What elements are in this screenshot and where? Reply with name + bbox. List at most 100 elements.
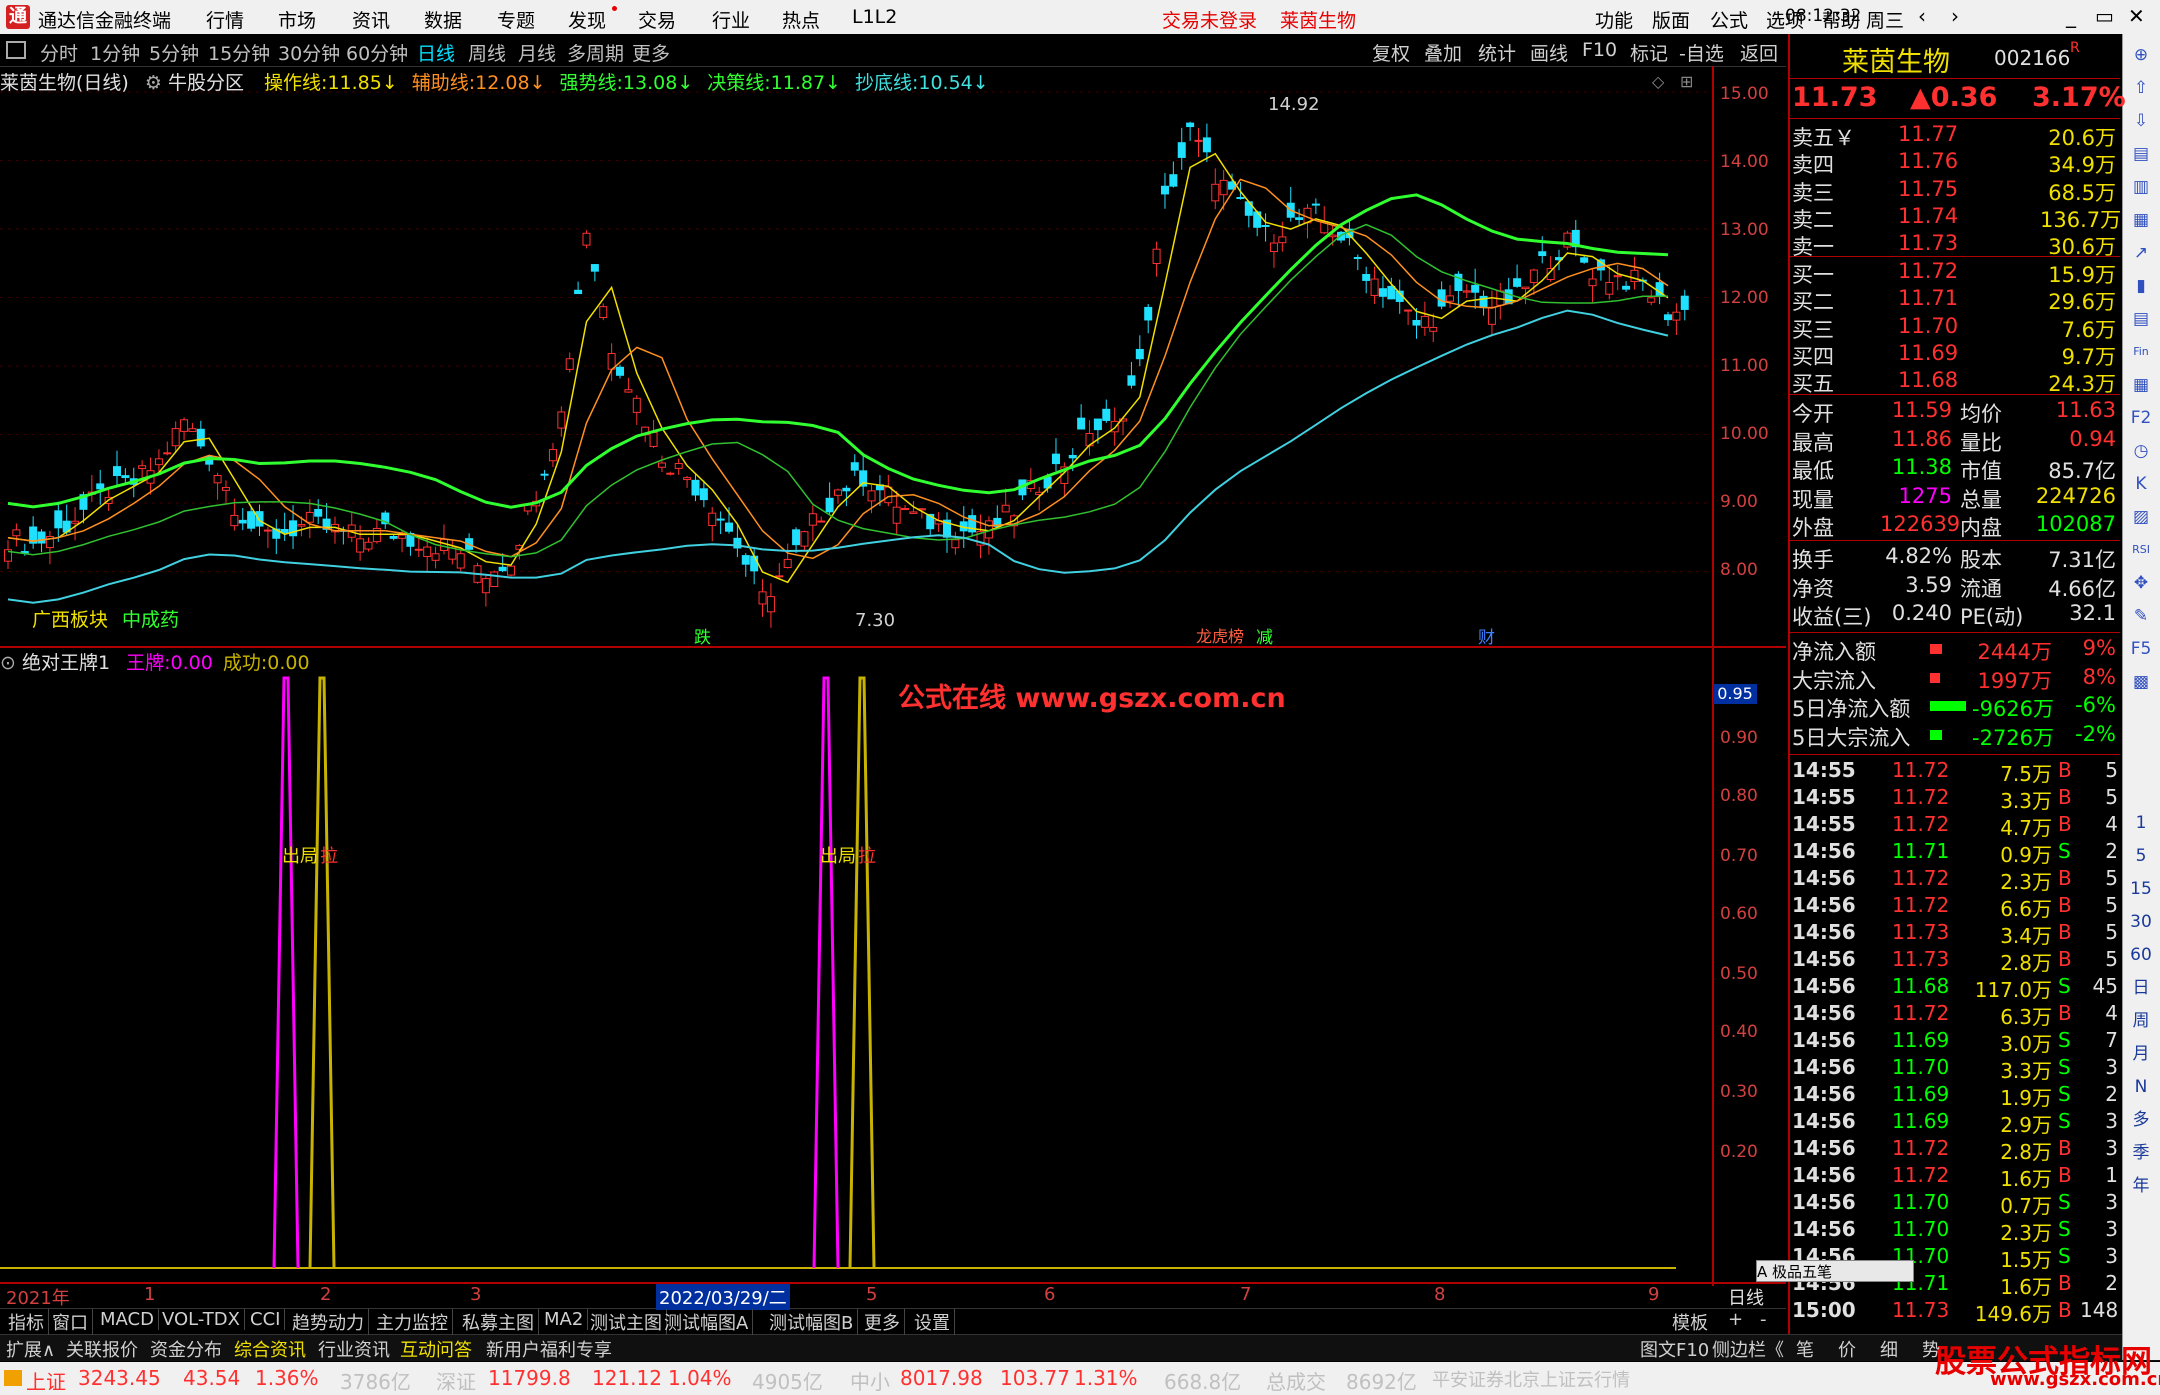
event-tag[interactable]: 财 xyxy=(1478,623,1495,648)
side-tab-2[interactable]: 笔 xyxy=(1796,1336,1814,1362)
side-tab-4[interactable]: 细 xyxy=(1880,1336,1898,1362)
cross-icon[interactable]: ⊕ xyxy=(2128,42,2154,68)
menu-0[interactable]: 行情 xyxy=(206,6,244,33)
period-shortcut[interactable]: 60 xyxy=(2128,942,2154,968)
chart-tool-1[interactable]: 叠加 xyxy=(1424,39,1462,66)
candlestick-chart[interactable] xyxy=(0,66,1712,646)
indicator-tab-4[interactable]: CCI xyxy=(246,1309,286,1330)
status-icon[interactable] xyxy=(4,1370,22,1386)
menu-8[interactable]: 热点 xyxy=(782,6,820,33)
template-tab-2[interactable]: - xyxy=(1756,1309,1771,1330)
table-icon[interactable]: ▤ xyxy=(2128,306,2154,332)
period-tab-5[interactable]: 60分钟 xyxy=(346,39,408,66)
menu-6[interactable]: 交易 xyxy=(638,6,676,33)
extension-tab-2[interactable]: 资金分布 xyxy=(150,1336,222,1362)
chart-tool-0[interactable]: 复权 xyxy=(1372,39,1410,66)
up-arrow-icon[interactable]: ⇧ xyxy=(2128,75,2154,101)
period-shortcut[interactable]: 15 xyxy=(2128,876,2154,902)
indicator-tab-11[interactable]: 测试幅图B xyxy=(765,1309,859,1335)
indicator-tab-1[interactable]: 窗口 xyxy=(48,1309,93,1335)
list-icon[interactable]: ▦ xyxy=(2128,207,2154,233)
event-tag[interactable]: 跌 xyxy=(694,623,711,648)
pen-icon[interactable]: ✥ xyxy=(2128,570,2154,596)
side-tab-1[interactable]: 侧边栏《 xyxy=(1712,1336,1784,1362)
chart-tool-5[interactable]: 标记 xyxy=(1630,39,1668,66)
book-icon[interactable]: ▥ xyxy=(2128,174,2154,200)
minimize-icon[interactable]: _ xyxy=(2066,4,2076,28)
menu-4[interactable]: 专题 xyxy=(497,6,535,33)
login-status[interactable]: 交易未登录 xyxy=(1162,6,1257,33)
menu-9[interactable]: L1L2 xyxy=(852,6,897,28)
chart-icon[interactable]: ▤ xyxy=(2128,141,2154,167)
back-icon[interactable]: ‹ xyxy=(1918,4,1926,28)
down-arrow-icon[interactable]: ⇩ xyxy=(2128,108,2154,134)
indicator-tab-2[interactable]: MACD xyxy=(96,1309,159,1330)
indicator-tab-6[interactable]: 主力监控 xyxy=(372,1309,453,1335)
side-tab-3[interactable]: 价 xyxy=(1838,1336,1856,1362)
event-tag[interactable]: 龙虎榜 xyxy=(1196,623,1244,647)
indicator-tab-3[interactable]: VOL-TDX xyxy=(158,1309,245,1330)
menu-2[interactable]: 资讯 xyxy=(352,6,390,33)
period-shortcut[interactable]: 5 xyxy=(2128,843,2154,869)
clock-icon[interactable]: ◷ xyxy=(2128,438,2154,464)
period-tab-1[interactable]: 1分钟 xyxy=(90,39,140,66)
chart-tool-6[interactable]: -自选 xyxy=(1679,39,1724,66)
layout-toggle-icon[interactable] xyxy=(6,41,26,59)
indicator-tab-10[interactable]: 测试幅图A xyxy=(660,1309,754,1335)
period-tab-6[interactable]: 日线 xyxy=(417,39,455,66)
extension-tab-0[interactable]: 扩展∧ xyxy=(6,1336,55,1362)
indicator-tab-13[interactable]: 设置 xyxy=(910,1309,955,1335)
indicator-tab-0[interactable]: 指标 xyxy=(4,1309,49,1335)
sector-tag[interactable]: 中成药 xyxy=(122,605,179,632)
menu-5[interactable]: 发现 xyxy=(568,6,606,33)
indicator-tab-9[interactable]: 测试主图 xyxy=(586,1309,667,1335)
right-menu-4[interactable]: 帮助 xyxy=(1822,6,1860,33)
period-shortcut[interactable]: 30 xyxy=(2128,909,2154,935)
candle-icon[interactable]: ▮ xyxy=(2128,273,2154,299)
rsi-icon[interactable]: ▨ xyxy=(2128,504,2154,530)
menu-1[interactable]: 市场 xyxy=(278,6,316,33)
extension-tab-3[interactable]: 综合资讯 xyxy=(234,1336,306,1362)
right-menu-2[interactable]: 公式 xyxy=(1710,6,1748,33)
side-tab-0[interactable]: 图文F10 xyxy=(1640,1336,1709,1362)
event-tag[interactable]: 减 xyxy=(1256,623,1273,648)
period-tab-10[interactable]: 更多 xyxy=(632,39,670,66)
arrow-icon[interactable]: ▩ xyxy=(2128,669,2154,695)
chart-tool-3[interactable]: 画线 xyxy=(1530,39,1568,66)
right-menu-3[interactable]: 选项 xyxy=(1766,6,1804,33)
indicator-tab-5[interactable]: 趋势动力 xyxy=(288,1309,369,1335)
right-menu-0[interactable]: 功能 xyxy=(1595,6,1633,33)
trend-icon[interactable]: ↗ xyxy=(2128,240,2154,266)
period-shortcut[interactable]: 周 xyxy=(2128,1008,2154,1034)
period-shortcut[interactable]: 年 xyxy=(2128,1173,2154,1199)
period-tab-7[interactable]: 周线 xyxy=(468,39,506,66)
sector-tag[interactable]: 广西板块 xyxy=(32,605,108,632)
right-menu-1[interactable]: 版面 xyxy=(1652,6,1690,33)
chart-tool-7[interactable]: 返回 xyxy=(1740,39,1778,66)
sz-index-name[interactable]: 深证 xyxy=(436,1366,476,1395)
fund-icon[interactable]: Fin xyxy=(2128,339,2154,365)
period-shortcut[interactable]: 季 xyxy=(2128,1140,2154,1166)
template-tab-0[interactable]: 模板 xyxy=(1668,1309,1712,1335)
side-tab-5[interactable]: 势 xyxy=(1922,1336,1940,1362)
restore-icon[interactable]: ▭ xyxy=(2095,4,2114,28)
green-icon[interactable]: F5 xyxy=(2128,636,2154,662)
menu-3[interactable]: 数据 xyxy=(424,6,462,33)
period-shortcut[interactable]: 日 xyxy=(2128,975,2154,1001)
move-icon[interactable]: RSI xyxy=(2128,537,2154,563)
period-tab-3[interactable]: 15分钟 xyxy=(208,39,270,66)
chart-tool-2[interactable]: 统计 xyxy=(1478,39,1516,66)
extension-tab-6[interactable]: 新用户福利专享 xyxy=(486,1336,612,1362)
period-tab-8[interactable]: 月线 xyxy=(518,39,556,66)
sme-index-name[interactable]: 中小 xyxy=(850,1366,890,1395)
bar-icon[interactable]: ▦ xyxy=(2128,372,2154,398)
period-shortcut[interactable]: 多 xyxy=(2128,1107,2154,1133)
indicator-chart[interactable]: 出局拉出局拉 xyxy=(0,672,1712,1272)
period-tab-9[interactable]: 多周期 xyxy=(567,39,624,66)
f5-icon[interactable]: ✎ xyxy=(2128,603,2154,629)
k-icon[interactable]: K xyxy=(2128,471,2154,497)
menu-7[interactable]: 行业 xyxy=(712,6,750,33)
extension-tab-5[interactable]: 互动问答 xyxy=(400,1336,472,1362)
period-shortcut[interactable]: 1 xyxy=(2128,810,2154,836)
sub-indicator-name[interactable]: 绝对王牌1 xyxy=(22,652,110,674)
